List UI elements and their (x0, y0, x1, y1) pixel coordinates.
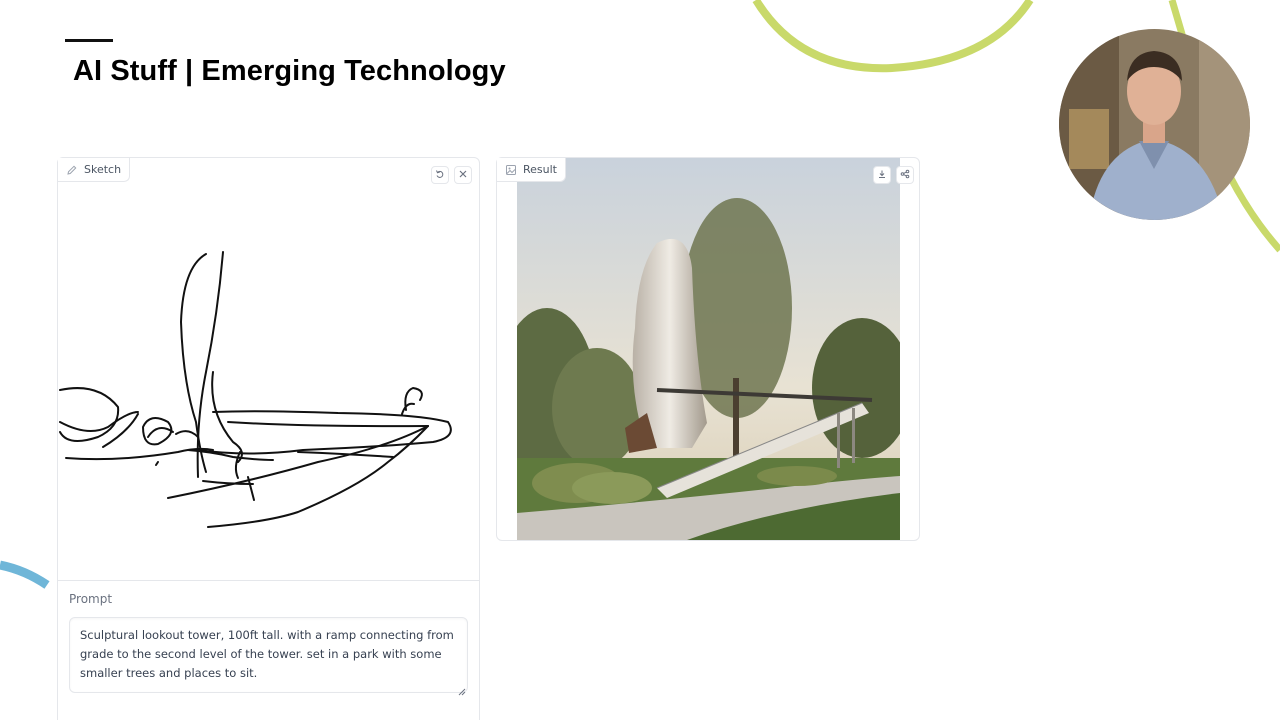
sketch-label-text: Sketch (84, 163, 122, 176)
result-panel-label: Result (497, 158, 566, 182)
share-button[interactable] (896, 166, 914, 184)
sketch-canvas[interactable] (58, 182, 479, 580)
sketch-panel: Sketch (57, 157, 480, 581)
prompt-label: Prompt (69, 592, 113, 606)
presenter-photo (1059, 29, 1250, 220)
download-icon (877, 166, 887, 184)
prompt-textarea[interactable]: Sculptural lookout tower, 100ft tall. wi… (69, 617, 468, 693)
share-icon (900, 166, 910, 184)
slide-title: AI Stuff | Emerging Technology (73, 55, 506, 87)
result-panel: Result (496, 157, 920, 541)
title-accent-bar (65, 39, 113, 42)
pencil-icon (66, 164, 78, 176)
generated-result-image (517, 158, 900, 540)
sketch-panel-label: Sketch (58, 158, 131, 182)
image-icon (505, 164, 517, 176)
download-button[interactable] (873, 166, 891, 184)
result-label-text: Result (523, 163, 557, 176)
resize-grip-icon[interactable] (458, 683, 466, 701)
prompt-section: Prompt Sculptural lookout tower, 100ft t… (57, 581, 480, 720)
